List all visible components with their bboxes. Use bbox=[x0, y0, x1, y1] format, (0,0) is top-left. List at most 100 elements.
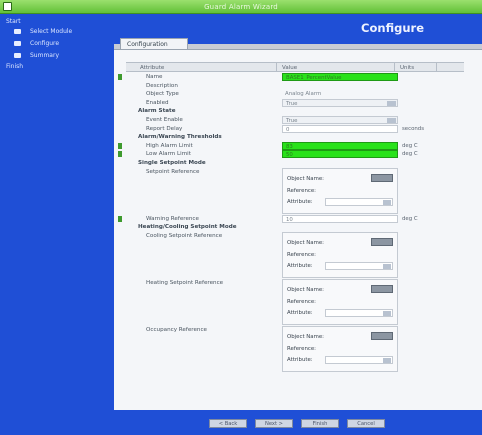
sidebar-finish: Finish bbox=[6, 63, 24, 70]
attribute-row: Description bbox=[114, 82, 482, 91]
attribute-row: Name BASE1_PercentValue bbox=[114, 73, 482, 82]
value-text: True bbox=[286, 117, 298, 124]
unit-label: deg C bbox=[402, 151, 418, 158]
section-header: Heating/Cooling Setpoint Mode bbox=[114, 223, 482, 232]
value-text: Analog Alarm bbox=[285, 91, 322, 98]
browse-button[interactable] bbox=[371, 331, 393, 340]
attribute-label: Description bbox=[146, 82, 178, 89]
attribute-label: Low Alarm Limit bbox=[146, 151, 191, 158]
attribute-label: Occupancy Reference bbox=[146, 326, 207, 333]
attribute-label: Heating Setpoint Reference bbox=[146, 279, 224, 286]
attribute-label: Event Enable bbox=[146, 116, 183, 123]
attribute-value[interactable]: True bbox=[282, 98, 398, 107]
attribute-label: High Alarm Limit bbox=[146, 142, 193, 149]
column-header-value: Value bbox=[282, 65, 298, 71]
column-divider bbox=[436, 63, 437, 72]
value-text: True bbox=[286, 100, 298, 107]
object-name-label: Object Name: bbox=[287, 333, 324, 340]
sidebar-item-configure[interactable]: Configure bbox=[0, 37, 114, 49]
attribute-value[interactable]: 10 bbox=[282, 214, 398, 223]
grid-header: Attribute Value Units bbox=[126, 62, 464, 72]
attribute-label: Warning Reference bbox=[146, 215, 199, 222]
reference-label: Reference: bbox=[287, 345, 316, 352]
reference-row: Cooling Setpoint Reference Object Name: … bbox=[114, 231, 482, 279]
object-name-label: Object Name: bbox=[287, 286, 324, 293]
next-button[interactable]: Next > bbox=[255, 419, 293, 428]
reference-row: Heating Setpoint Reference Object Name: … bbox=[114, 278, 482, 326]
modified-marker-icon bbox=[118, 142, 122, 149]
browse-button[interactable] bbox=[371, 237, 393, 246]
unit-label: deg C bbox=[402, 215, 418, 222]
modified-marker-icon bbox=[118, 215, 122, 222]
reference-row: Occupancy Reference Object Name: Referen… bbox=[114, 325, 482, 373]
wizard-sidebar: Start Select Module Configure Summary Fi… bbox=[0, 14, 114, 435]
reference-row: Setpoint Reference Object Name: Referenc… bbox=[114, 167, 482, 215]
sidebar-heading: Start bbox=[6, 18, 21, 25]
reference-picker: Object Name: Reference: Attribute: bbox=[282, 231, 398, 278]
window-title: Guard Alarm Wizard bbox=[204, 3, 278, 11]
sidebar-item-select-module[interactable]: Select Module bbox=[0, 25, 114, 37]
attribute-label: Name bbox=[146, 74, 163, 80]
finish-button[interactable]: Finish bbox=[301, 419, 339, 428]
attribute-label: Enabled bbox=[146, 99, 169, 106]
attribute-label: Report Delay bbox=[146, 125, 183, 132]
attribute-grid: Name BASE1_PercentValue Description Obje… bbox=[114, 73, 482, 373]
modified-marker-icon bbox=[118, 74, 122, 80]
attribute-row: Report Delay 0 seconds bbox=[114, 124, 482, 134]
page-title: Configure bbox=[361, 21, 424, 35]
attribute-value[interactable]: 83 bbox=[282, 141, 398, 150]
value-text: 50 bbox=[286, 152, 293, 159]
section-label: Alarm/Warning Thresholds bbox=[138, 134, 222, 141]
browse-button[interactable] bbox=[371, 284, 393, 293]
attribute-value[interactable]: 0 bbox=[282, 124, 398, 133]
attribute-label: Cooling Setpoint Reference bbox=[146, 232, 223, 239]
attribute-select[interactable] bbox=[325, 308, 393, 317]
attribute-row: Object Type Analog Alarm bbox=[114, 90, 482, 99]
value-text: 10 bbox=[286, 216, 293, 223]
back-button[interactable]: < Back bbox=[209, 419, 247, 428]
column-divider bbox=[276, 63, 277, 72]
reference-picker: Object Name: Reference: Attribute: bbox=[282, 278, 398, 325]
config-panel: Attribute Value Units Name BASE1_Percent… bbox=[114, 49, 482, 410]
attribute-select[interactable] bbox=[325, 197, 393, 206]
reference-picker: Object Name: Reference: Attribute: bbox=[282, 325, 398, 372]
attribute-value[interactable]: True bbox=[282, 115, 398, 124]
unit-label: seconds bbox=[402, 125, 425, 132]
attribute-row: Enabled True bbox=[114, 98, 482, 108]
chevron-down-icon bbox=[387, 117, 396, 123]
value-text: 83 bbox=[286, 143, 293, 150]
chevron-down-icon bbox=[383, 199, 391, 205]
section-header: Alarm State bbox=[114, 107, 482, 116]
attribute-select[interactable] bbox=[325, 355, 393, 364]
section-label: Single Setpoint Mode bbox=[138, 159, 206, 166]
step-icon bbox=[14, 28, 21, 34]
step-icon bbox=[14, 40, 21, 46]
sidebar-item-label: Configure bbox=[30, 39, 60, 47]
attribute-value bbox=[282, 82, 398, 90]
sidebar-item-summary[interactable]: Summary bbox=[0, 49, 114, 61]
chevron-down-icon bbox=[383, 263, 391, 269]
cancel-button[interactable]: Cancel bbox=[347, 419, 385, 428]
attribute-label: Attribute: bbox=[287, 356, 313, 363]
attribute-row: High Alarm Limit 83 deg C bbox=[114, 141, 482, 151]
reference-picker: Object Name: Reference: Attribute: bbox=[282, 167, 398, 214]
section-label: Heating/Cooling Setpoint Mode bbox=[138, 224, 237, 231]
browse-button[interactable] bbox=[371, 173, 393, 182]
chevron-down-icon bbox=[383, 310, 391, 316]
object-name-label: Object Name: bbox=[287, 239, 324, 246]
column-divider bbox=[394, 63, 395, 72]
attribute-label: Attribute: bbox=[287, 309, 313, 316]
chevron-down-icon bbox=[383, 357, 391, 363]
attribute-value[interactable]: 50 bbox=[282, 150, 398, 159]
attribute-label: Setpoint Reference bbox=[146, 168, 200, 175]
reference-label: Reference: bbox=[287, 251, 316, 258]
reference-label: Reference: bbox=[287, 187, 316, 194]
attribute-row: Event Enable True bbox=[114, 115, 482, 125]
step-icon bbox=[14, 52, 21, 58]
sidebar-footer bbox=[0, 410, 114, 435]
attribute-value[interactable]: BASE1_PercentValue bbox=[282, 73, 398, 81]
attribute-select[interactable] bbox=[325, 261, 393, 270]
attribute-row: Low Alarm Limit 50 deg C bbox=[114, 150, 482, 159]
modified-marker-icon bbox=[118, 151, 122, 158]
sidebar-item-label: Select Module bbox=[30, 27, 73, 35]
